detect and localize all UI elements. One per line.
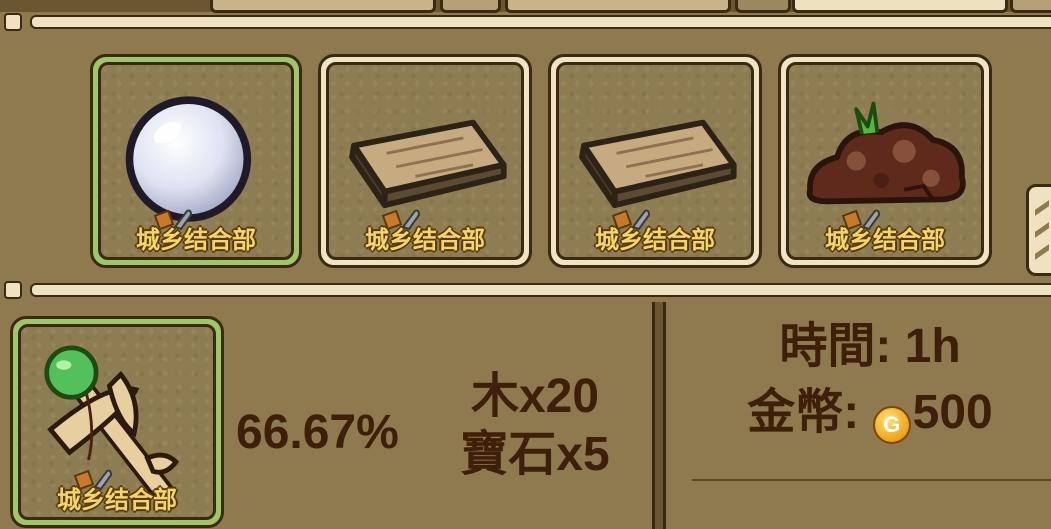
material-slot-wood-2[interactable]: 城乡结合部 — [548, 54, 762, 268]
ridge — [1035, 244, 1049, 260]
material-slot-pearl[interactable]: 城乡结合部 — [90, 54, 302, 268]
ridge — [1035, 200, 1049, 216]
scroll-right-button[interactable] — [1026, 184, 1051, 276]
slot-inner: 城乡结合部 — [556, 62, 754, 260]
time-text: 時間: 1h — [779, 320, 961, 373]
gold-value: 500 — [912, 386, 993, 439]
craft-info: 時間: 1h 金幣: G 500 — [680, 314, 1051, 446]
section-rule-top — [0, 12, 1051, 32]
watermark-text: 城乡结合部 — [825, 227, 945, 254]
slot-inner: 城乡结合部 — [18, 324, 216, 520]
vertical-divider — [652, 302, 666, 529]
section-rule-middle — [0, 280, 1051, 300]
rule-knob — [4, 13, 22, 31]
product-slot-kendama[interactable]: 城乡结合部 — [10, 316, 224, 528]
slot-inner: 城乡结合部 — [786, 62, 984, 260]
watermark-text: 城乡结合部 — [136, 227, 256, 254]
ridge — [1035, 222, 1049, 238]
gold-label: 金幣: — [747, 386, 860, 439]
requirement-wood: 木x20 — [470, 370, 600, 423]
requirements-list: 木x20 寶石x5 — [440, 368, 630, 484]
rule-bar — [30, 15, 1051, 29]
slot-inner: 城乡结合部 — [326, 62, 524, 260]
gold-row: 金幣: G 500 — [680, 380, 1051, 446]
rule-knob — [4, 281, 22, 299]
top-tab-strip — [0, 0, 1051, 13]
watermark-text: 城乡结合部 — [595, 227, 715, 254]
gold-coin-icon: G — [872, 406, 911, 444]
slot-inner: 城乡结合部 — [98, 62, 294, 260]
material-slot-wood-1[interactable]: 城乡结合部 — [318, 54, 532, 268]
material-slot-soil[interactable]: 城乡结合部 — [778, 54, 992, 268]
info-separator — [692, 479, 1051, 481]
rule-bar — [30, 283, 1051, 297]
watermark-text: 城乡结合部 — [57, 487, 177, 514]
success-rate: 66.67% — [236, 406, 399, 459]
watermark-text: 城乡结合部 — [365, 227, 485, 254]
requirement-gem: 寶石x5 — [460, 428, 610, 481]
